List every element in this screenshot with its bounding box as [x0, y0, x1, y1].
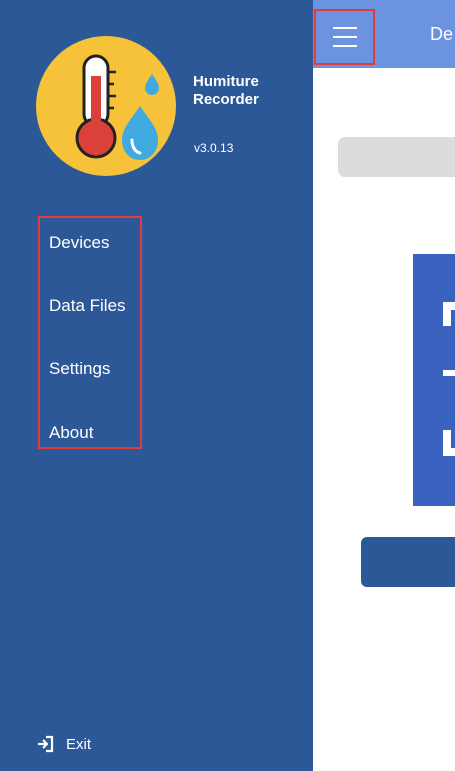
- exit-label: Exit: [66, 735, 92, 753]
- reading-display-panel: [413, 254, 455, 506]
- app-version: v3.0.13: [194, 141, 234, 155]
- navigation-drawer: Humiture Recorder v3.0.13 Devices Data F…: [0, 0, 313, 771]
- exit-icon: [38, 735, 54, 753]
- nav-item-data-files[interactable]: Data Files: [49, 296, 126, 316]
- nav-item-devices[interactable]: Devices: [49, 233, 109, 253]
- app-screen: Humiture Recorder v3.0.13 Devices Data F…: [0, 0, 455, 771]
- progress-bar: [338, 137, 455, 177]
- nav-item-settings[interactable]: Settings: [49, 359, 110, 379]
- nav-item-about[interactable]: About: [49, 423, 93, 443]
- action-button[interactable]: [361, 537, 455, 587]
- app-logo: [36, 36, 176, 176]
- app-name: Humiture Recorder: [193, 73, 259, 108]
- hamburger-icon: [333, 27, 357, 54]
- exit-button[interactable]: Exit: [36, 733, 91, 755]
- segment-digits-icon: [443, 302, 455, 456]
- page-title: De: [430, 24, 454, 44]
- thermometer-droplet-icon: [75, 54, 159, 160]
- menu-button[interactable]: [314, 9, 375, 65]
